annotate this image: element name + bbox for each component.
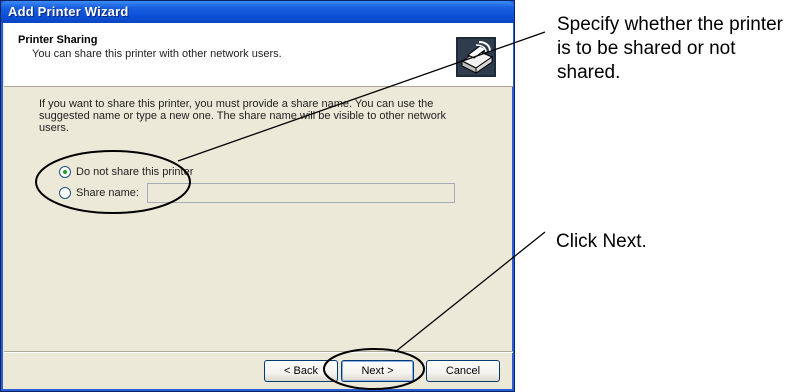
share-callout-leader-line (177, 31, 546, 162)
next-callout-leader-line (394, 231, 546, 353)
share-callout-text: Specify whether the printer is to be sha… (557, 14, 784, 83)
next-button-highlight-ellipse (323, 348, 425, 390)
next-callout-text: Click Next. (556, 231, 647, 252)
share-options-highlight-ellipse (35, 150, 191, 214)
